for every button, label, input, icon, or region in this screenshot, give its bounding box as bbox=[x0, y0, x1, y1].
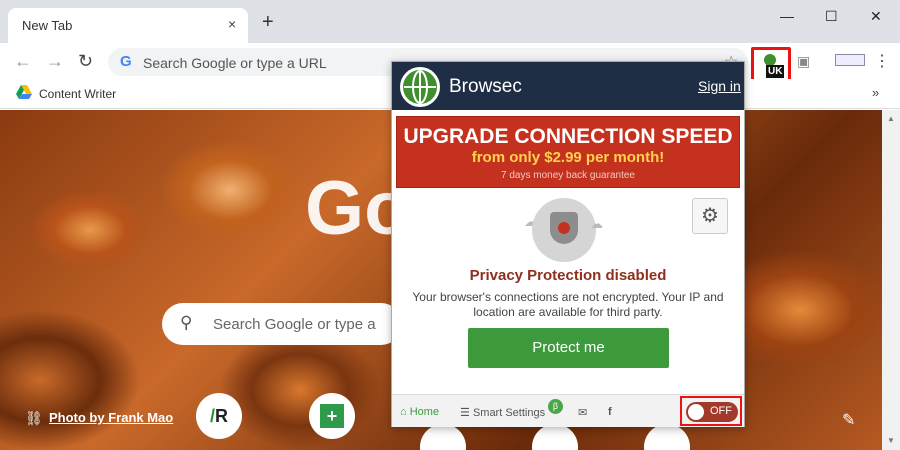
beta-badge: β bbox=[548, 399, 563, 414]
privacy-status-description: Your browser's connections are not encry… bbox=[412, 290, 724, 319]
close-window-button[interactable]: ✕ bbox=[870, 8, 882, 25]
minimize-button[interactable]: — bbox=[780, 8, 794, 24]
shortcut-sheets[interactable]: + bbox=[309, 393, 355, 439]
reload-icon[interactable]: ↻ bbox=[78, 51, 93, 72]
vpn-toggle[interactable]: OFF bbox=[686, 402, 738, 422]
scroll-up-icon[interactable]: ▲ bbox=[887, 114, 895, 123]
mail-icon[interactable]: ✉ bbox=[578, 406, 587, 419]
google-g-icon: G bbox=[120, 53, 132, 70]
omnibox-placeholder: Search Google or type a URL bbox=[143, 55, 327, 71]
home-icon: ⌂ bbox=[400, 406, 407, 418]
toggle-label: OFF bbox=[710, 405, 732, 417]
bookmarks-overflow-icon[interactable]: » bbox=[872, 85, 879, 100]
sheets-icon: + bbox=[320, 404, 344, 428]
popup-brand: Browsec bbox=[449, 76, 522, 97]
upgrade-banner[interactable]: UPGRADE CONNECTION SPEED from only $2.99… bbox=[396, 116, 740, 188]
shield-icon bbox=[532, 198, 596, 262]
sign-in-link[interactable]: Sign in bbox=[698, 78, 741, 94]
upgrade-price: from only $2.99 per month! bbox=[471, 149, 665, 166]
footer-smart-settings[interactable]: ☰ Smart Settings bbox=[460, 406, 545, 419]
smart-settings-label: Smart Settings bbox=[472, 407, 546, 419]
link-icon: ⛓ bbox=[25, 410, 43, 426]
photo-credit-link[interactable]: Photo by Frank Mao bbox=[49, 410, 173, 425]
maximize-button[interactable]: ☐ bbox=[825, 8, 838, 25]
tab-title: New Tab bbox=[22, 18, 73, 33]
upgrade-note: 7 days money back guarantee bbox=[501, 170, 635, 181]
back-arrow-icon[interactable]: ← bbox=[14, 51, 32, 72]
footer-home[interactable]: ⌂ Home bbox=[400, 406, 439, 418]
shortcut-pr[interactable]: /R bbox=[196, 393, 242, 439]
google-drive-icon bbox=[16, 85, 32, 99]
popup-header: Browsec Sign in bbox=[392, 62, 744, 110]
uk-badge: UK bbox=[766, 65, 785, 78]
toggle-highlight: OFF bbox=[680, 396, 742, 426]
browsec-uk-extension-button[interactable]: UK bbox=[751, 47, 791, 83]
forward-arrow-icon[interactable]: → bbox=[46, 51, 64, 72]
toggle-knob bbox=[688, 404, 704, 420]
home-label: Home bbox=[409, 406, 440, 418]
facebook-icon[interactable]: f bbox=[608, 406, 612, 418]
menu-kebab-icon[interactable]: ⋮ bbox=[874, 51, 890, 71]
close-tab-icon[interactable]: × bbox=[228, 16, 236, 32]
scroll-down-icon[interactable]: ▼ bbox=[887, 436, 895, 445]
page-scrollbar[interactable]: ▲ ▼ bbox=[882, 110, 900, 450]
page-search-box[interactable]: ⚲ Search Google or type a bbox=[162, 303, 402, 345]
bookmark-content-writer[interactable]: Content Writer bbox=[39, 87, 116, 101]
sliders-icon: ☰ bbox=[460, 407, 470, 419]
shortcut-3[interactable] bbox=[420, 424, 466, 450]
new-tab-button[interactable]: + bbox=[262, 12, 274, 32]
browsec-globe-icon bbox=[400, 67, 440, 107]
upgrade-title: UPGRADE CONNECTION SPEED bbox=[403, 125, 733, 148]
extension-icon[interactable]: ▣ bbox=[797, 53, 810, 70]
tab-strip: New Tab × + — ☐ ✕ bbox=[0, 0, 900, 43]
tab-new-tab[interactable]: New Tab × bbox=[8, 8, 248, 43]
shortcut-4[interactable] bbox=[532, 424, 578, 450]
shortcut-5[interactable] bbox=[644, 424, 690, 450]
settings-gear-button[interactable]: ⚙ bbox=[692, 198, 728, 234]
extension-badge-icon[interactable] bbox=[835, 54, 865, 66]
browsec-popup: Browsec Sign in UPGRADE CONNECTION SPEED… bbox=[391, 61, 745, 427]
search-icon: ⚲ bbox=[180, 313, 193, 332]
privacy-status-title: Privacy Protection disabled bbox=[469, 267, 667, 284]
customize-pencil-icon[interactable]: ✎ bbox=[842, 410, 855, 430]
protect-me-button[interactable]: Protect me bbox=[468, 328, 669, 368]
page-search-placeholder: Search Google or type a bbox=[213, 316, 376, 333]
cloud-right-icon: ☁ bbox=[590, 216, 603, 231]
